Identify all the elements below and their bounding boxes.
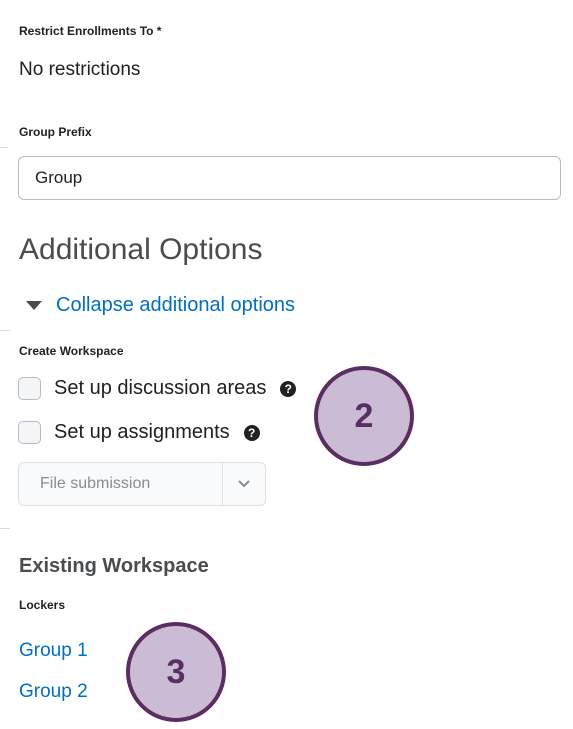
- submission-type-select[interactable]: File submission: [18, 462, 266, 506]
- question-circle-icon[interactable]: ?: [280, 380, 297, 397]
- triangle-down-icon: [26, 301, 42, 310]
- discussion-areas-checkbox[interactable]: [18, 377, 41, 400]
- callout-badge-3: 3: [126, 622, 226, 722]
- chevron-down-icon[interactable]: [223, 463, 265, 505]
- existing-workspace-heading: Existing Workspace: [19, 555, 209, 577]
- assignments-option: Set up assignments ?: [18, 421, 260, 444]
- background-edge-line: [0, 528, 10, 529]
- create-workspace-label: Create Workspace: [19, 344, 124, 358]
- group-prefix-input[interactable]: [18, 156, 561, 200]
- submission-type-value: File submission: [40, 475, 151, 492]
- restrict-enrollments-label: Restrict Enrollments To *: [19, 24, 162, 38]
- collapse-toggle-label: Collapse additional options: [56, 294, 296, 316]
- locker-link-group-2[interactable]: Group 2: [19, 681, 88, 703]
- restrict-enrollments-value: No restrictions: [19, 59, 141, 80]
- callout-badge-2: 2: [314, 366, 414, 466]
- discussion-areas-option: Set up discussion areas ?: [18, 377, 297, 400]
- background-edge-line: [0, 330, 10, 331]
- additional-options-heading: Additional Options: [19, 233, 263, 266]
- assignments-label[interactable]: Set up assignments: [54, 421, 230, 444]
- collapse-additional-options-toggle[interactable]: Collapse additional options: [26, 294, 295, 317]
- lockers-label: Lockers: [19, 598, 66, 612]
- group-prefix-label: Group Prefix: [19, 125, 92, 139]
- discussion-areas-label[interactable]: Set up discussion areas: [54, 377, 266, 400]
- question-circle-icon[interactable]: ?: [243, 424, 260, 441]
- locker-link-group-1[interactable]: Group 1: [19, 640, 88, 662]
- group-settings-panel: Restrict Enrollments To * No restriction…: [0, 0, 573, 729]
- background-edge-line: [0, 147, 8, 148]
- assignments-checkbox[interactable]: [18, 421, 41, 444]
